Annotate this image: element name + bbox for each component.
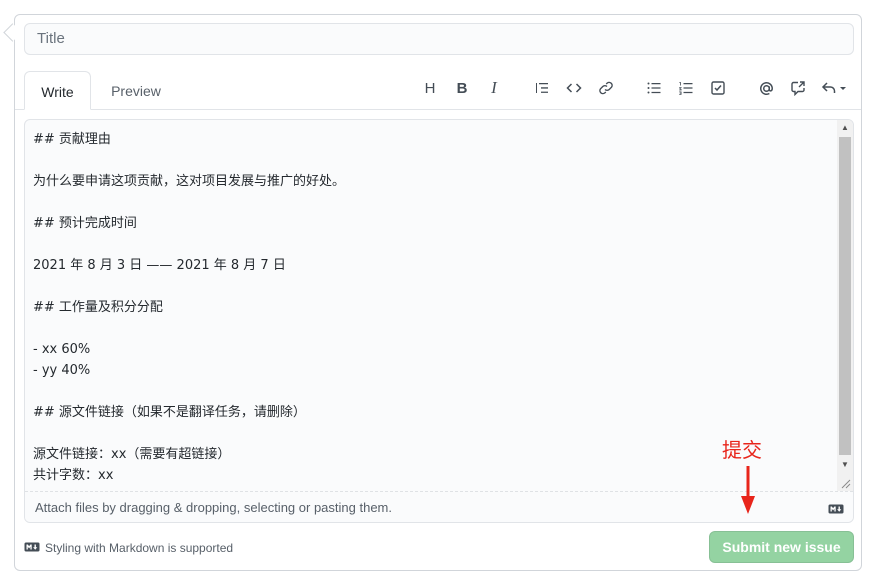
editor-line: 2021 年 8 月 3 日 —— 2021 年 8 月 7 日: [33, 258, 286, 273]
markdown-note-text: Styling with Markdown is supported: [45, 541, 234, 555]
scroll-down-arrow-icon[interactable]: ▼: [837, 457, 853, 473]
markdown-icon: [24, 541, 40, 555]
editor-line: ## 贡献理由: [33, 132, 111, 147]
mention-icon[interactable]: [756, 78, 776, 98]
file-attachment-bar[interactable]: Attach files by dragging & dropping, sel…: [25, 491, 853, 522]
editor-line: ## 工作量及积分分配: [33, 300, 163, 315]
unordered-list-icon[interactable]: [644, 78, 664, 98]
editor-line: - yy 40%: [33, 363, 91, 378]
tab-write[interactable]: Write: [24, 71, 91, 110]
title-placeholder: Title: [37, 30, 65, 47]
bold-icon[interactable]: B: [452, 78, 472, 98]
resize-grip-icon[interactable]: [839, 476, 851, 489]
saved-replies-icon[interactable]: [820, 78, 852, 98]
heading-icon[interactable]: H: [420, 78, 440, 98]
editor-line: ## 预计完成时间: [33, 216, 137, 231]
editor-line: 为什么要申请这项贡献，这对项目发展与推广的好处。: [33, 174, 346, 189]
scroll-thumb[interactable]: [839, 137, 851, 455]
code-icon[interactable]: [564, 78, 584, 98]
tab-preview[interactable]: Preview: [100, 71, 172, 110]
editor-line: ## 源文件链接（如果不是翻译任务，请删除）: [33, 405, 306, 420]
submit-issue-button[interactable]: Submit new issue: [709, 531, 854, 563]
attach-hint: Attach files by dragging & dropping, sel…: [35, 500, 392, 515]
title-input[interactable]: Title: [24, 23, 854, 55]
editor-line: - xx 60%: [33, 342, 91, 357]
scroll-up-arrow-icon[interactable]: ▲: [837, 120, 853, 136]
editor-line: 共计字数：xx: [33, 468, 114, 483]
task-list-icon[interactable]: [708, 78, 728, 98]
link-icon[interactable]: [596, 78, 616, 98]
editor-content: ## 贡献理由 为什么要申请这项贡献，这对项目发展与推广的好处。 ## 预计完成…: [33, 129, 833, 486]
markdown-support-note[interactable]: Styling with Markdown is supported: [24, 540, 233, 556]
italic-icon[interactable]: I: [484, 78, 504, 98]
annotation-arrow-icon: [738, 466, 758, 521]
editor-line: 源文件链接：xx（需要有超链接）: [33, 447, 231, 462]
ordered-list-icon[interactable]: [676, 78, 696, 98]
quote-icon[interactable]: [532, 78, 552, 98]
cross-reference-icon[interactable]: [788, 78, 808, 98]
annotation-label: 提交: [722, 438, 762, 462]
markdown-icon: [828, 501, 844, 519]
editor-scrollbar[interactable]: ▲ ▼: [837, 120, 853, 491]
